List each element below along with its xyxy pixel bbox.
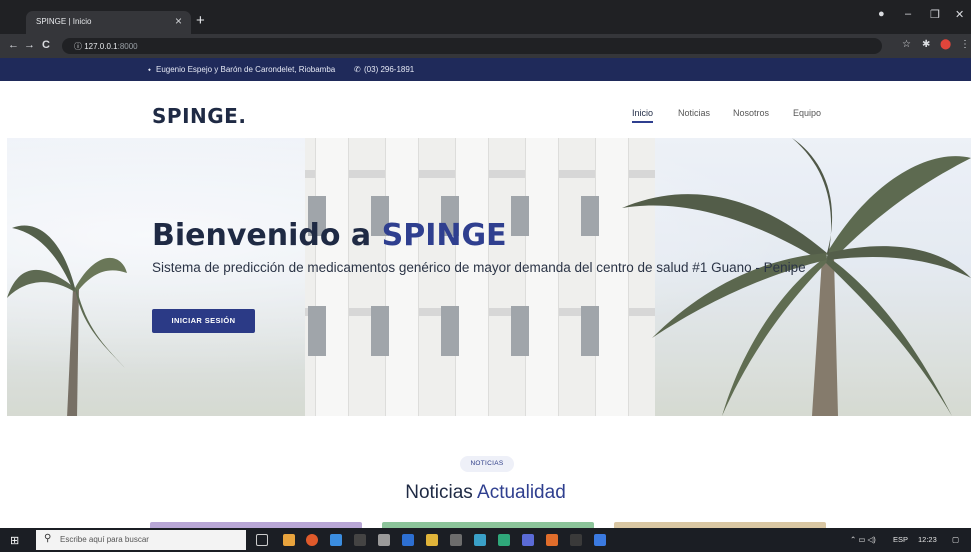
file-explorer-icon[interactable] xyxy=(283,534,295,546)
section-badge: NOTICIAS xyxy=(460,456,514,472)
vscode-icon[interactable] xyxy=(330,534,342,546)
browser-toolbar: ← → C ⓘ 127.0.0.1:8000 ☆ ✱ ⬤ ⋮ xyxy=(0,34,971,58)
close-window-button[interactable]: ✕ xyxy=(955,8,964,21)
hero-title: Bienvenido a SPINGE xyxy=(152,218,507,253)
app-icon[interactable] xyxy=(450,534,462,546)
forward-icon[interactable]: → xyxy=(24,39,35,51)
menu-icon[interactable]: ⋮ xyxy=(960,39,970,50)
task-view-icon[interactable] xyxy=(256,534,268,546)
git-icon[interactable] xyxy=(546,534,558,546)
app-icon[interactable] xyxy=(474,534,486,546)
info-icon: ⓘ xyxy=(74,42,82,51)
login-button[interactable]: INICIAR SESIÓN xyxy=(152,309,255,333)
app-icon[interactable] xyxy=(522,534,534,546)
section-title: Noticias Actualidad xyxy=(0,482,971,504)
nav-link-inicio[interactable]: Inicio xyxy=(632,108,654,123)
news-section: NOTICIAS Noticias Actualidad xyxy=(0,416,971,528)
tab-title: SPINGE | Inicio xyxy=(36,17,92,26)
nav-link-equipo[interactable]: Equipo xyxy=(793,108,821,118)
section-title-accent: Actualidad xyxy=(477,482,566,503)
taskbar-search[interactable]: ⚲ Escribe aquí para buscar xyxy=(36,530,246,550)
nav-link-noticias[interactable]: Noticias xyxy=(678,108,710,118)
language-indicator[interactable]: ESP xyxy=(893,535,908,544)
star-icon[interactable]: ☆ xyxy=(902,39,911,50)
site-logo[interactable]: SPINGE. xyxy=(152,104,246,128)
site-header: SPINGE. Inicio Noticias Nosotros Equipo xyxy=(0,81,971,138)
url-text: ⓘ 127.0.0.1:8000 xyxy=(74,41,138,52)
contact-bar: ⬩ Eugenio Espejo y Barón de Carondelet, … xyxy=(0,58,971,81)
word-icon[interactable] xyxy=(402,534,414,546)
reload-icon[interactable]: C xyxy=(42,39,50,51)
system-tray-icons[interactable]: ⌃ ▭ ◁) xyxy=(850,535,876,544)
app-icon[interactable] xyxy=(594,534,606,546)
windows-start-icon[interactable]: ⊞ xyxy=(10,534,19,547)
hero-subtitle: Sistema de predicción de medicamentos ge… xyxy=(152,260,806,275)
url-port: :8000 xyxy=(117,42,138,51)
new-tab-button[interactable]: + xyxy=(196,12,205,29)
url-host: 127.0.0.1 xyxy=(84,42,118,51)
os-taskbar: ⊞ ⚲ Escribe aquí para buscar ⌃ ▭ ◁) ESP … xyxy=(0,528,971,552)
browser-tab-bar: SPINGE | Inicio × + ● – ❐ ✕ xyxy=(0,0,971,34)
phone-text: (03) 296-1891 xyxy=(364,65,415,74)
hero-banner: Bienvenido a SPINGE Sistema de predicció… xyxy=(7,138,971,416)
profile-icon[interactable]: ● xyxy=(878,8,885,20)
address-bar[interactable]: ⓘ 127.0.0.1:8000 xyxy=(62,38,882,54)
browser-tab[interactable]: SPINGE | Inicio × xyxy=(26,11,191,34)
notifications-icon[interactable]: ▢ xyxy=(952,535,959,544)
extension-icon[interactable]: ⬤ xyxy=(940,39,951,50)
back-icon[interactable]: ← xyxy=(8,39,19,51)
close-icon[interactable]: × xyxy=(175,14,182,28)
clock[interactable]: 12:23 xyxy=(918,535,937,544)
phone-icon: ✆ xyxy=(354,65,361,74)
folder-icon[interactable] xyxy=(426,534,438,546)
taskbar-search-placeholder: Escribe aquí para buscar xyxy=(60,535,149,544)
terminal-icon[interactable] xyxy=(354,534,366,546)
hero-overlay xyxy=(7,138,971,416)
hero-title-accent: SPINGE xyxy=(381,218,507,253)
app-icon[interactable] xyxy=(378,534,390,546)
minimize-button[interactable]: – xyxy=(905,8,911,20)
location-icon: ⬩ xyxy=(148,65,151,74)
address-text: Eugenio Espejo y Barón de Carondelet, Ri… xyxy=(156,65,336,74)
extensions-icon[interactable]: ✱ xyxy=(922,39,930,50)
nav-link-nosotros[interactable]: Nosotros xyxy=(733,108,769,118)
chrome-icon[interactable] xyxy=(306,534,318,546)
app-icon[interactable] xyxy=(498,534,510,546)
app-icon[interactable] xyxy=(570,534,582,546)
section-title-main: Noticias xyxy=(405,482,473,503)
maximize-button[interactable]: ❐ xyxy=(930,8,940,21)
search-icon: ⚲ xyxy=(44,533,52,544)
hero-title-prefix: Bienvenido a xyxy=(152,218,382,253)
